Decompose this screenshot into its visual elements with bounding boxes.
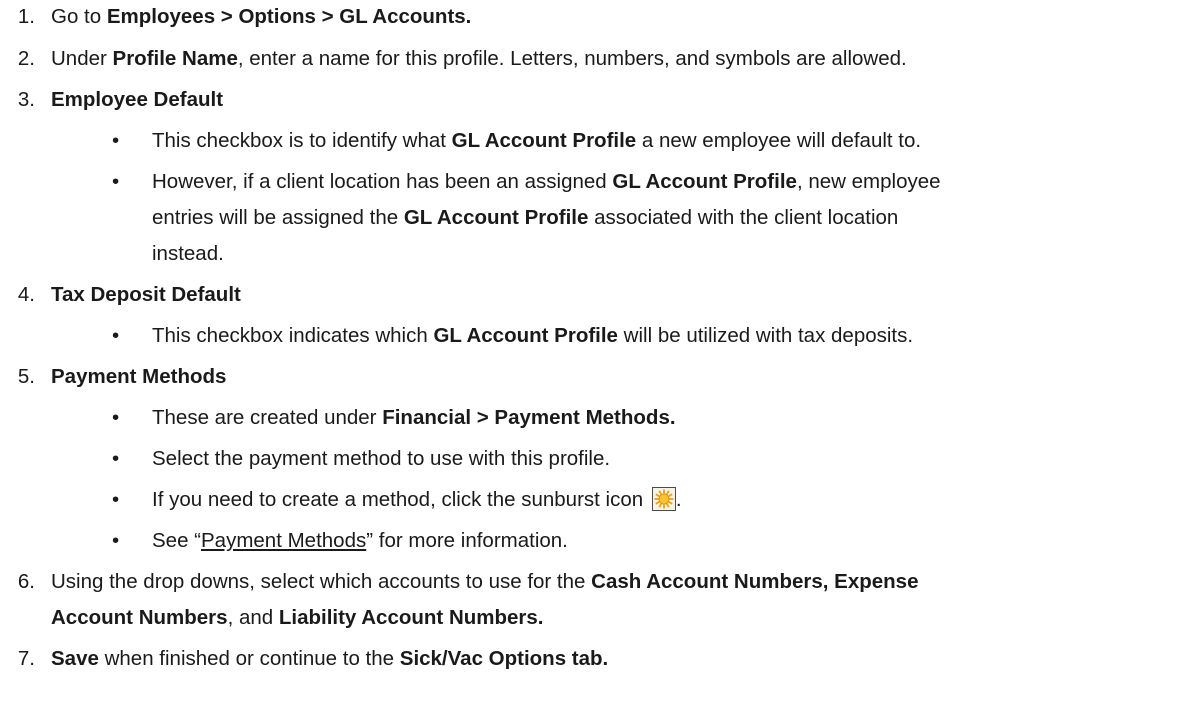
step-text: Account Numbers, and Liability Account N… <box>51 603 544 633</box>
text-run: These are created under <box>152 406 383 429</box>
step-number: 5. <box>17 365 35 388</box>
bold-term: Financial > Payment Methods. <box>382 406 676 429</box>
step-text: Payment Methods <box>51 362 226 392</box>
bold-term: Employees > Options > GL Accounts. <box>106 5 472 28</box>
text-run: Go to <box>51 5 107 28</box>
step-number: 3. <box>17 88 35 111</box>
bold-term: Profile Name <box>112 47 238 70</box>
step-number: 7. <box>17 647 35 670</box>
text-run: entries will be assigned the <box>152 206 404 229</box>
bold-term: Liability Account Numbers. <box>278 606 544 629</box>
bullet-text: Select the payment method to use with th… <box>152 444 610 474</box>
bold-term: Sick/Vac Options tab. <box>399 647 609 670</box>
step-text: Employee Default <box>51 85 223 115</box>
text-run: associated with the client location <box>588 206 899 229</box>
text-run: . <box>675 488 682 511</box>
text-run: This checkbox is to identify what <box>152 129 452 152</box>
bullet-dot: • <box>112 447 120 470</box>
step-text: Under Profile Name, enter a name for thi… <box>51 44 907 74</box>
bold-term: GL Account Profile <box>433 324 618 347</box>
bullet-dot: • <box>112 488 120 511</box>
text-run: This checkbox indicates which <box>152 324 434 347</box>
step-number: 2. <box>17 47 35 70</box>
bullet-text: These are created under Financial > Paym… <box>152 403 676 433</box>
bullet-text: instead. <box>152 239 224 269</box>
text-run: , enter a name for this profile. Letters… <box>237 47 907 70</box>
instructions-document: 1. Go to Employees > Options > GL Accoun… <box>0 0 1187 716</box>
bold-term: Cash Account Numbers, Expense <box>591 570 919 593</box>
bullet-text: If you need to create a method, click th… <box>152 485 682 515</box>
bullet-dot: • <box>112 170 120 193</box>
bold-term: GL Account Profile <box>451 129 637 152</box>
step-text: Go to Employees > Options > GL Accounts. <box>51 2 471 32</box>
text-run: instead. <box>152 242 224 265</box>
step-number: 4. <box>17 283 35 306</box>
bold-term: Save <box>51 647 99 670</box>
bullet-dot: • <box>112 406 120 429</box>
text-run: Select the payment method to use with th… <box>152 447 611 470</box>
bullet-text: This checkbox is to identify what GL Acc… <box>152 126 921 156</box>
bold-term: GL Account Profile <box>403 206 589 229</box>
bold-term: Employee Default <box>51 88 224 111</box>
step-number: 6. <box>17 570 35 593</box>
payment-methods-link[interactable]: Payment Methods <box>201 529 366 552</box>
text-run: , new employee <box>796 170 941 193</box>
text-run: Under <box>51 47 113 70</box>
text-run: will be utilized with tax deposits. <box>617 324 914 347</box>
text-run: when finished or continue to the <box>98 647 400 670</box>
text-run: a new employee will default to. <box>636 129 922 152</box>
bullet-text: This checkbox indicates which GL Account… <box>152 321 913 351</box>
bullet-text: See “Payment Methods” for more informati… <box>152 526 568 556</box>
text-run: If you need to create a method, click th… <box>152 488 649 511</box>
text-run: Using the drop downs, select which accou… <box>51 570 592 593</box>
bullet-dot: • <box>112 324 120 347</box>
bullet-dot: • <box>112 129 120 152</box>
step-text: Tax Deposit Default <box>51 280 241 310</box>
text-run: , and <box>227 606 279 629</box>
bullet-dot: • <box>112 529 120 552</box>
bold-term: GL Account Profile <box>612 170 797 193</box>
step-text: Save when finished or continue to the Si… <box>51 644 608 674</box>
step-number: 1. <box>17 5 35 28</box>
text-run: However, if a client location has been a… <box>152 170 613 193</box>
text-run: See “ <box>152 529 201 552</box>
bold-term: Tax Deposit Default <box>51 283 241 306</box>
text-run: ” for more information. <box>366 529 568 552</box>
step-text: Using the drop downs, select which accou… <box>51 567 918 597</box>
bold-term: Payment Methods <box>51 365 227 388</box>
bold-term: Account Numbers <box>51 606 228 629</box>
sunburst-icon <box>651 487 676 511</box>
bullet-text: entries will be assigned the GL Account … <box>152 203 898 233</box>
bullet-text: However, if a client location has been a… <box>152 167 941 197</box>
